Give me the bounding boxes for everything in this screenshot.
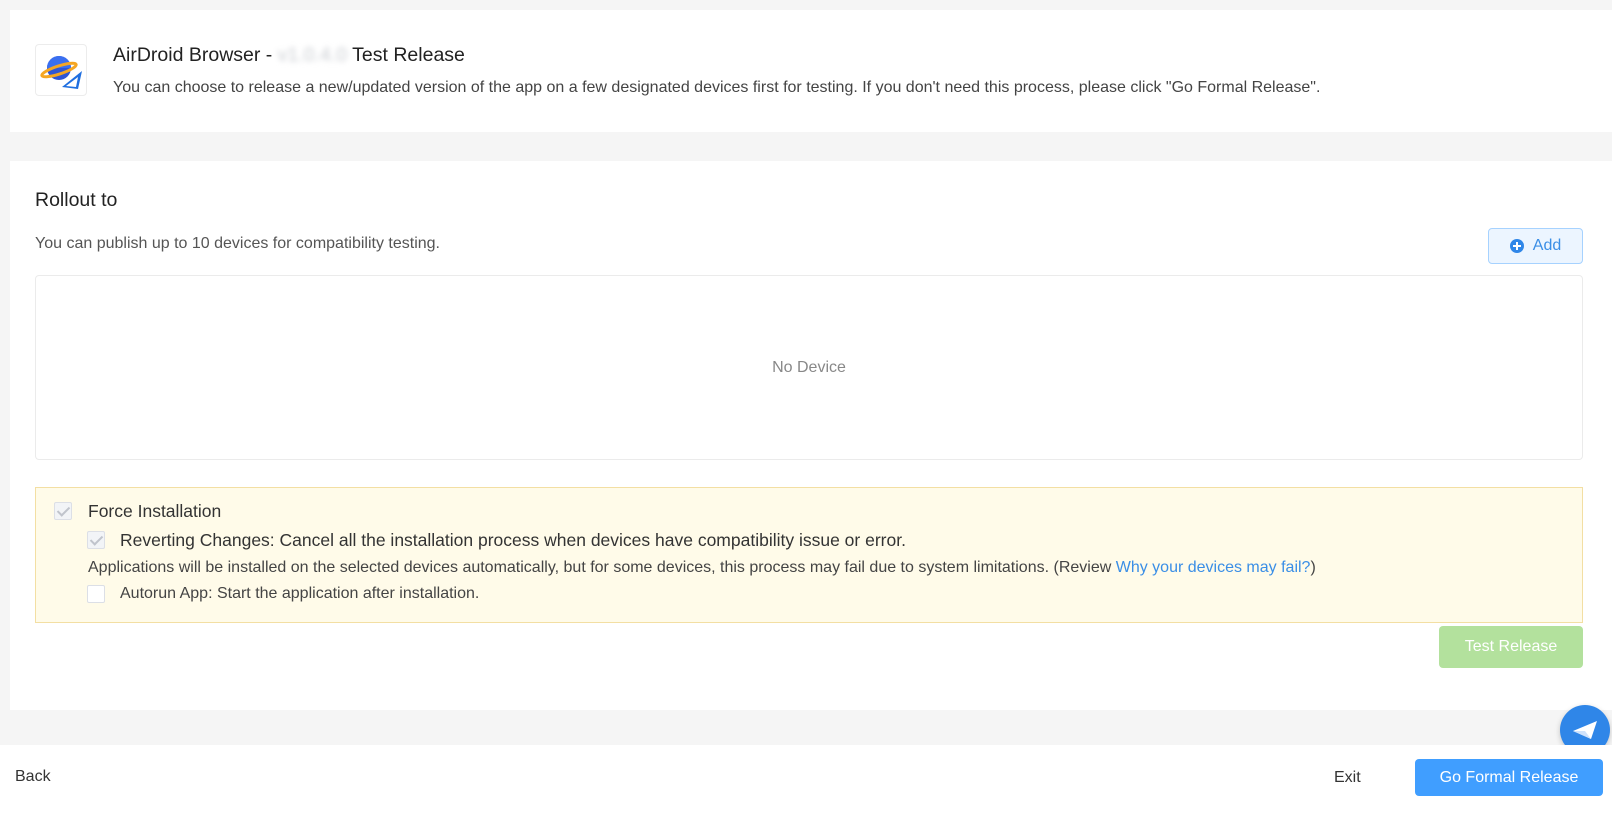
go-formal-release-button[interactable]: Go Formal Release xyxy=(1415,759,1603,796)
install-options-panel: Force Installation Reverting Changes: Ca… xyxy=(35,487,1583,623)
paper-plane-icon xyxy=(1573,721,1597,739)
page-description: You can choose to release a new/updated … xyxy=(113,79,1321,96)
app-name-label: AirDroid Browser - xyxy=(113,44,278,66)
rollout-title: Rollout to xyxy=(35,189,118,211)
why-devices-fail-link[interactable]: Why your devices may fail? xyxy=(1116,559,1311,576)
auto-install-text-end: ) xyxy=(1310,559,1316,576)
airdroid-browser-app-icon xyxy=(35,44,87,96)
empty-state-text: No Device xyxy=(772,358,846,376)
autorun-app-checkbox[interactable] xyxy=(87,585,105,603)
test-release-button[interactable]: Test Release xyxy=(1439,626,1583,668)
reverting-changes-checkbox[interactable] xyxy=(87,531,105,549)
back-button[interactable]: Back xyxy=(15,768,51,786)
page-title: AirDroid Browser - v1.0.4.0 Test Release xyxy=(113,44,465,67)
plus-circle-icon xyxy=(1509,239,1524,253)
force-installation-label: Force Installation xyxy=(88,501,222,521)
auto-install-description: Applications will be installed on the se… xyxy=(88,559,1316,577)
version-label: v1.0.4.0 xyxy=(277,44,348,66)
release-type-label: Test Release xyxy=(352,44,465,66)
add-device-button[interactable]: Add xyxy=(1488,228,1583,264)
rollout-card: Rollout to You can publish up to 10 devi… xyxy=(10,161,1612,710)
device-list: No Device xyxy=(35,275,1583,460)
footer-bar: Back Exit Go Formal Release xyxy=(0,745,1612,822)
add-button-label: Add xyxy=(1532,237,1562,254)
force-installation-checkbox[interactable] xyxy=(54,502,72,520)
autorun-app-label: Autorun App: Start the application after… xyxy=(120,585,480,602)
exit-button[interactable]: Exit xyxy=(1334,769,1361,787)
rollout-description: You can publish up to 10 devices for com… xyxy=(35,235,440,252)
reverting-changes-label: Reverting Changes: Cancel all the instal… xyxy=(120,530,906,550)
app-header-card: AirDroid Browser - v1.0.4.0 Test Release… xyxy=(10,10,1612,132)
auto-install-text: Applications will be installed on the se… xyxy=(88,559,1116,576)
